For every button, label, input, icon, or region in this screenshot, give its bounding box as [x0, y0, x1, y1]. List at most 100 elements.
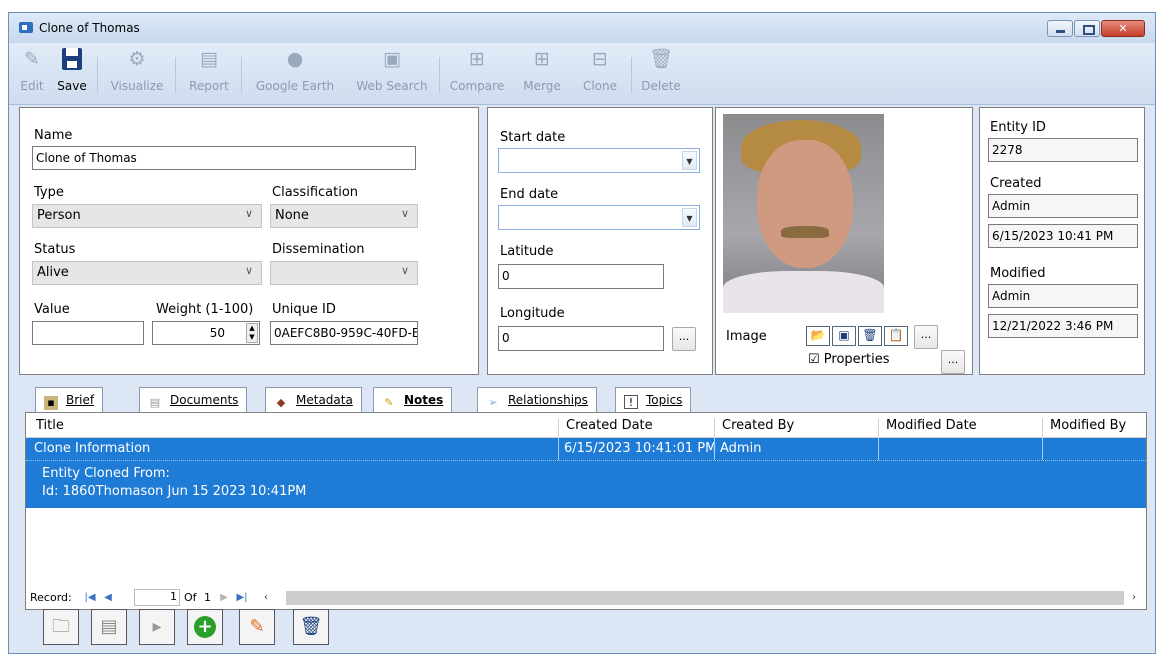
- created-by-field: Admin: [988, 194, 1138, 218]
- modified-label: Modified: [990, 266, 1046, 281]
- status-select[interactable]: Alive ∨: [32, 261, 262, 285]
- properties-checkbox[interactable]: ☑ Properties: [808, 352, 890, 367]
- column-header-modified-by[interactable]: Modified By: [1050, 418, 1126, 433]
- delete-image-icon[interactable]: 🗑: [858, 326, 882, 346]
- of-label: Of: [184, 591, 197, 604]
- tab-topics[interactable]: ! Topics: [615, 387, 692, 412]
- window-controls: [1047, 20, 1145, 37]
- previous-record-icon[interactable]: ◀: [100, 590, 116, 606]
- start-date-picker[interactable]: ▼: [498, 148, 700, 173]
- web-search-button[interactable]: ▣ Web Search: [351, 47, 433, 101]
- record-total: 1: [204, 591, 212, 604]
- toolbar: ✎ Edit Save ⚙ Visualize ▤ Report ● Googl…: [9, 43, 1155, 105]
- record-number-input[interactable]: 1: [134, 589, 180, 606]
- tab-relationships[interactable]: ➢ Relationships: [477, 387, 597, 412]
- image-panel: Image 📂 ▣ 🗑 📋 ... ☑ Properties ...: [715, 107, 973, 375]
- name-field[interactable]: Clone of Thomas: [32, 146, 416, 170]
- next-record-icon[interactable]: ▶: [216, 590, 232, 606]
- cell-created-by: Admin: [720, 441, 762, 456]
- entity-window: Clone of Thomas ✎ Edit Save ⚙ Visualize …: [8, 12, 1156, 654]
- horizontal-scrollbar[interactable]: [286, 591, 1124, 605]
- edit-note-button[interactable]: ✎: [239, 609, 275, 645]
- save-image-icon[interactable]: ▣: [832, 326, 856, 346]
- minimize-button[interactable]: [1047, 20, 1073, 37]
- close-button[interactable]: [1101, 20, 1145, 37]
- save-button[interactable]: Save: [53, 47, 91, 101]
- column-header-title[interactable]: Title: [36, 418, 64, 433]
- metadata-panel: Entity ID 2278 Created Admin 6/15/2023 1…: [979, 107, 1145, 375]
- classification-select[interactable]: None ∨: [270, 204, 418, 228]
- image-label: Image: [726, 329, 767, 344]
- google-earth-button[interactable]: ● Google Earth: [247, 47, 343, 101]
- trash-icon: 🗑: [299, 616, 323, 637]
- longitude-browse-button[interactable]: ...: [672, 327, 696, 351]
- dropdown-arrow-icon[interactable]: ▼: [682, 151, 697, 170]
- table-row[interactable]: Clone Information 6/15/2023 10:41:01 PM …: [26, 438, 1146, 460]
- unique-id-label: Unique ID: [272, 302, 336, 317]
- maximize-button[interactable]: [1074, 20, 1100, 37]
- column-header-created-by[interactable]: Created By: [722, 418, 794, 433]
- unique-id-field[interactable]: 0AEFC8B0-959C-40FD-E: [270, 321, 418, 345]
- delete-note-button[interactable]: 🗑: [293, 609, 329, 645]
- row-detail[interactable]: Entity Cloned From: Id: 1860Thomason Jun…: [26, 460, 1146, 508]
- add-circle-icon: +: [194, 616, 216, 638]
- detail-line-1: Entity Cloned From:: [42, 466, 170, 481]
- spin-arrows-icon[interactable]: ▲ ▼: [246, 323, 258, 343]
- longitude-field[interactable]: 0: [498, 326, 664, 351]
- paste-image-icon[interactable]: 📋: [884, 326, 908, 346]
- created-label: Created: [990, 176, 1042, 191]
- weight-stepper[interactable]: 50 ▲ ▼: [152, 321, 260, 345]
- end-date-picker[interactable]: ▼: [498, 205, 700, 230]
- clone-button[interactable]: ⊟ Clone: [575, 47, 625, 101]
- properties-more-button[interactable]: ...: [941, 350, 965, 374]
- tab-notes[interactable]: ✎ Notes: [373, 387, 453, 412]
- tab-brief[interactable]: ▪ Brief: [35, 387, 104, 412]
- compare-icon: ⊞: [469, 48, 485, 70]
- latitude-label: Latitude: [500, 244, 554, 259]
- pencil-icon: ✎: [24, 48, 40, 70]
- first-record-icon[interactable]: |◀: [82, 590, 98, 606]
- report-button[interactable]: ▤ Report: [183, 47, 235, 101]
- modified-date-field: 12/21/2022 3:46 PM: [988, 314, 1138, 338]
- longitude-label: Longitude: [500, 306, 565, 321]
- scroll-left-icon[interactable]: ‹: [258, 590, 274, 606]
- column-header-modified-date[interactable]: Modified Date: [886, 418, 977, 433]
- column-header-created-date[interactable]: Created Date: [566, 418, 653, 433]
- dissemination-select[interactable]: ∨: [270, 261, 418, 285]
- toolbar-separator: [97, 57, 98, 93]
- last-record-icon[interactable]: ▶|: [234, 590, 250, 606]
- image-more-button[interactable]: ...: [914, 325, 938, 349]
- window-title: Clone of Thomas: [39, 21, 140, 35]
- web-search-icon: ▣: [383, 48, 401, 70]
- latitude-field[interactable]: 0: [498, 264, 664, 289]
- notes-grid: Title Created Date Created By Modified D…: [25, 412, 1147, 610]
- compare-button[interactable]: ⊞ Compare: [445, 47, 509, 101]
- value-field[interactable]: [32, 321, 144, 345]
- dropdown-arrow-icon[interactable]: ▼: [682, 208, 697, 227]
- scroll-right-icon[interactable]: ›: [1126, 590, 1142, 606]
- entity-photo: [723, 114, 884, 313]
- chevron-down-icon: ∨: [400, 264, 409, 277]
- detail-line-2: Id: 1860Thomason Jun 15 2023 10:41PM: [42, 484, 307, 499]
- folder-icon: 🗀: [52, 616, 70, 637]
- brief-icon: ▪: [44, 396, 58, 410]
- edit-button[interactable]: ✎ Edit: [15, 47, 49, 101]
- type-select[interactable]: Person ∨: [32, 204, 262, 228]
- delete-button[interactable]: 🗑 Delete: [637, 47, 685, 101]
- toolbar-separator: [241, 57, 242, 93]
- view-note-button[interactable]: ▤: [91, 609, 127, 645]
- open-folder-button[interactable]: 🗀: [43, 609, 79, 645]
- export-icon: ▸: [152, 616, 162, 637]
- dates-location-panel: Start date ▼ End date ▼ Latitude 0 Longi…: [487, 107, 713, 375]
- network-icon: ⚙: [128, 48, 146, 70]
- value-label: Value: [34, 302, 70, 317]
- entity-id-field: 2278: [988, 138, 1138, 162]
- add-note-button[interactable]: +: [187, 609, 223, 645]
- export-note-button[interactable]: ▸: [139, 609, 175, 645]
- chevron-down-icon: ∨: [244, 264, 253, 277]
- tab-documents[interactable]: ▤ Documents: [139, 387, 248, 412]
- merge-button[interactable]: ⊞ Merge: [515, 47, 569, 101]
- tab-metadata[interactable]: ◆ Metadata: [265, 387, 362, 412]
- open-folder-icon[interactable]: 📂: [806, 326, 830, 346]
- visualize-button[interactable]: ⚙ Visualize: [105, 47, 169, 101]
